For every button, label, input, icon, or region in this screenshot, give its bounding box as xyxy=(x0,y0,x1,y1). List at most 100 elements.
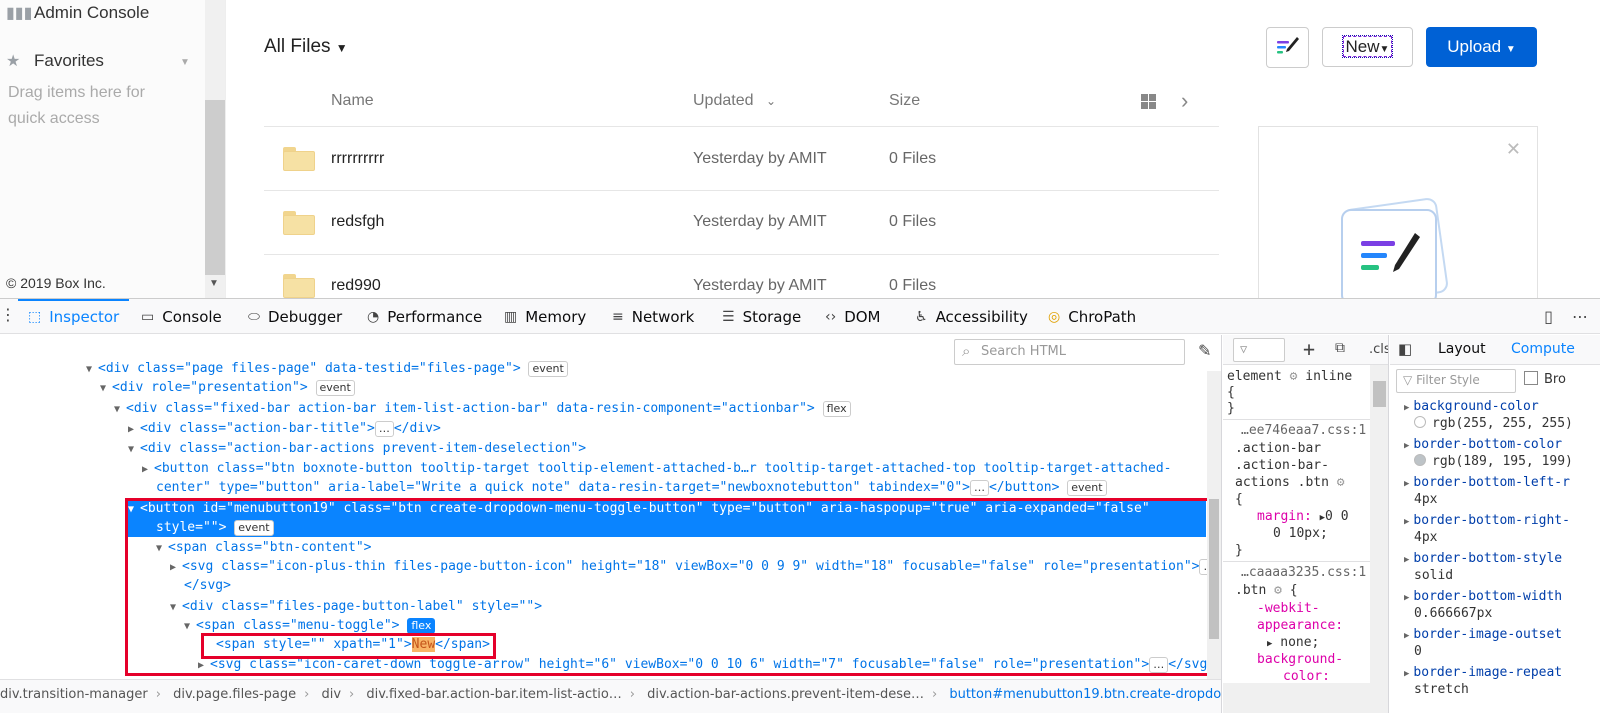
tab-storage[interactable]: ☰ Storage xyxy=(722,299,801,334)
new-dropdown-button[interactable]: New▼ xyxy=(1322,27,1413,67)
markup-node[interactable]: ▼ <div class="fixed-bar action-bar item-l… xyxy=(114,399,851,418)
divider xyxy=(264,190,1219,191)
performance-icon: ◔ xyxy=(367,308,380,325)
computed-property[interactable]: ▶ border-bottom-width xyxy=(1404,589,1562,604)
files-page: All Files ▼ New▼ Upload ▼ Name Updated ⌄… xyxy=(227,0,1600,298)
tab-accessibility[interactable]: ♿ Accessibility xyxy=(915,299,1028,334)
tab-performance[interactable]: ◔ Performance xyxy=(367,299,482,334)
add-rule-icon[interactable]: + xyxy=(1303,337,1315,361)
file-updated: Yesterday by AMIT xyxy=(693,150,827,167)
accessibility-icon: ♿ xyxy=(915,308,928,325)
computed-property[interactable]: ▶ background-color xyxy=(1404,399,1539,414)
rule-source[interactable]: …ee746eaa7.css:1 xyxy=(1241,421,1366,440)
breadcrumb-item[interactable]: button#menubutton19.btn.create-dropdown-… xyxy=(949,687,1221,702)
breadcrumb-item[interactable]: div xyxy=(321,687,341,702)
folder-icon xyxy=(283,211,315,235)
computed-property[interactable]: ▶ border-bottom-right- xyxy=(1404,513,1570,528)
rule-source[interactable]: …caaaa3235.css:1 xyxy=(1241,563,1366,582)
folder-icon xyxy=(283,274,315,298)
rules-horizontal-scrollbar[interactable] xyxy=(1223,683,1388,713)
cls-toggle[interactable]: .cls xyxy=(1369,342,1388,357)
sidebar-scrollbar[interactable]: ▼ xyxy=(205,0,225,298)
tab-network[interactable]: ≡ Network xyxy=(612,299,694,334)
scrollbar-thumb[interactable] xyxy=(1209,499,1219,639)
markup-node[interactable]: ▼ <div class="action-bar-actions prevent-… xyxy=(128,439,586,458)
close-icon[interactable]: ✕ xyxy=(1506,139,1521,160)
color-swatch[interactable] xyxy=(1414,416,1426,428)
breadcrumb-item[interactable]: div.page.files-page xyxy=(173,687,296,702)
markup-scrollbar[interactable] xyxy=(1207,371,1221,679)
favorites-drop-hint: Drag items here for quick access xyxy=(8,84,145,127)
tab-dom[interactable]: ‹› DOM xyxy=(825,299,881,334)
devtools-panel: ⋮ ⬚ Inspector ▭ Console ⬭ Debugger ◔ Perform… xyxy=(0,298,1600,713)
markup-view: Search HTML ✎ ▼<div class="page files-pa… xyxy=(0,335,1222,713)
column-header-size[interactable]: Size xyxy=(889,92,920,110)
column-header-updated[interactable]: Updated ⌄ xyxy=(693,92,776,110)
chevron-down-icon[interactable]: ▼ xyxy=(180,57,190,68)
file-name[interactable]: red990 xyxy=(331,277,381,295)
tab-computed[interactable]: Compute xyxy=(1511,341,1575,357)
sort-chevron-down-icon: ⌄ xyxy=(765,94,777,108)
scrollbar-thumb[interactable] xyxy=(1373,381,1386,407)
tab-chropath[interactable]: ◎ ChroPath xyxy=(1048,299,1136,334)
tab-layout[interactable]: Layout xyxy=(1438,341,1486,357)
divider xyxy=(1223,419,1388,420)
grid-view-icon[interactable] xyxy=(1141,94,1156,109)
sidebar-item-admin-console[interactable]: ▮▮▮ Admin Console xyxy=(6,3,149,23)
toggle-pseudo-icon[interactable]: ⧉ xyxy=(1335,340,1345,356)
rule-selector: .btn ⚙ { xyxy=(1235,583,1298,598)
note-pen-icon xyxy=(1361,233,1420,272)
gear-icon[interactable]: ⚙ xyxy=(1274,583,1282,598)
markup-node[interactable]: ▼ <div class="page files-page" data-testi… xyxy=(86,359,568,378)
upload-button[interactable]: Upload ▼ xyxy=(1426,27,1537,67)
search-html-input[interactable]: Search HTML xyxy=(954,339,1185,365)
markup-node[interactable]: ▼ <div role="presentation"> event xyxy=(100,378,355,397)
upload-label: Upload xyxy=(1447,37,1502,56)
markup-node[interactable]: ▶ <button class="btn boxnote-button toolt… xyxy=(142,459,1171,478)
checkbox[interactable] xyxy=(1524,371,1538,385)
rules-view: ▽ + ⧉ .cls element ⚙ inline { } …ee746ea… xyxy=(1223,335,1389,713)
tab-console[interactable]: ▭ Console xyxy=(141,299,222,334)
breadcrumb-item[interactable]: div.action-bar-actions.prevent-item-dese… xyxy=(647,687,924,702)
sidebar-item-label: Admin Console xyxy=(34,3,150,22)
devtools-menu-icon[interactable]: ⋮ xyxy=(0,305,16,324)
chevron-right-icon[interactable]: › xyxy=(1181,88,1188,114)
chevron-down-icon[interactable]: ▼ xyxy=(209,278,219,289)
filter-styles-input[interactable]: ▽ Filter Style xyxy=(1396,369,1516,393)
file-name[interactable]: redsfgh xyxy=(331,213,384,231)
tab-debugger[interactable]: ⬭ Debugger xyxy=(248,299,342,334)
tab-inspector[interactable]: ⬚ Inspector xyxy=(17,299,130,334)
markup-node-cont: center" type="button" aria-label="Write … xyxy=(156,478,1107,497)
gear-icon[interactable]: ⚙ xyxy=(1337,475,1345,490)
color-swatch[interactable] xyxy=(1414,454,1426,466)
computed-property[interactable]: ▶ border-image-repeat xyxy=(1404,665,1562,680)
scrollbar-thumb[interactable] xyxy=(205,100,225,275)
write-note-button[interactable] xyxy=(1266,27,1309,68)
computed-property[interactable]: ▶ border-bottom-left-r xyxy=(1404,475,1570,490)
column-header-name[interactable]: Name xyxy=(331,92,374,110)
gear-icon[interactable]: ⚙ xyxy=(1290,369,1298,384)
responsive-mode-icon[interactable]: ▯ xyxy=(1544,307,1553,326)
computed-property[interactable]: ▶ border-image-outset xyxy=(1404,627,1562,642)
sidebar-item-label: Favorites xyxy=(34,51,104,70)
markup-node[interactable]: ▶ <div class="action-bar-title">… </div> xyxy=(128,419,441,438)
rules-scrollbar[interactable] xyxy=(1370,365,1388,683)
page-title[interactable]: All Files ▼ xyxy=(264,36,348,58)
filter-styles-input[interactable]: ▽ xyxy=(1233,338,1285,362)
sidebar-toggle-icon[interactable]: ◧ xyxy=(1398,340,1412,358)
devtools-tabbar: ⋮ ⬚ Inspector ▭ Console ⬭ Debugger ◔ Perform… xyxy=(0,299,1600,334)
browser-styles-checkbox[interactable]: Bro xyxy=(1524,371,1566,387)
file-updated: Yesterday by AMIT xyxy=(693,277,827,294)
breadcrumb-item[interactable]: div.fixed-bar.action-bar.item-list-actio… xyxy=(366,687,621,702)
more-options-icon[interactable]: ⋯ xyxy=(1572,307,1588,326)
rule-brace: { xyxy=(1235,492,1243,507)
computed-view: ◧ Layout Compute ▽ Filter Style Bro ▶ bac… xyxy=(1390,335,1600,713)
eyedropper-icon[interactable]: ✎ xyxy=(1198,341,1211,360)
breadcrumb-item[interactable]: div.transition-manager xyxy=(0,687,148,702)
tab-memory[interactable]: ▥ Memory xyxy=(504,299,586,334)
memory-icon: ▥ xyxy=(504,308,518,325)
computed-property[interactable]: ▶ border-bottom-color xyxy=(1404,437,1562,452)
file-name[interactable]: rrrrrrrrrr xyxy=(331,150,384,168)
computed-property[interactable]: ▶ border-bottom-style xyxy=(1404,551,1562,566)
sidebar-item-favorites[interactable]: ★ Favorites xyxy=(6,51,104,71)
